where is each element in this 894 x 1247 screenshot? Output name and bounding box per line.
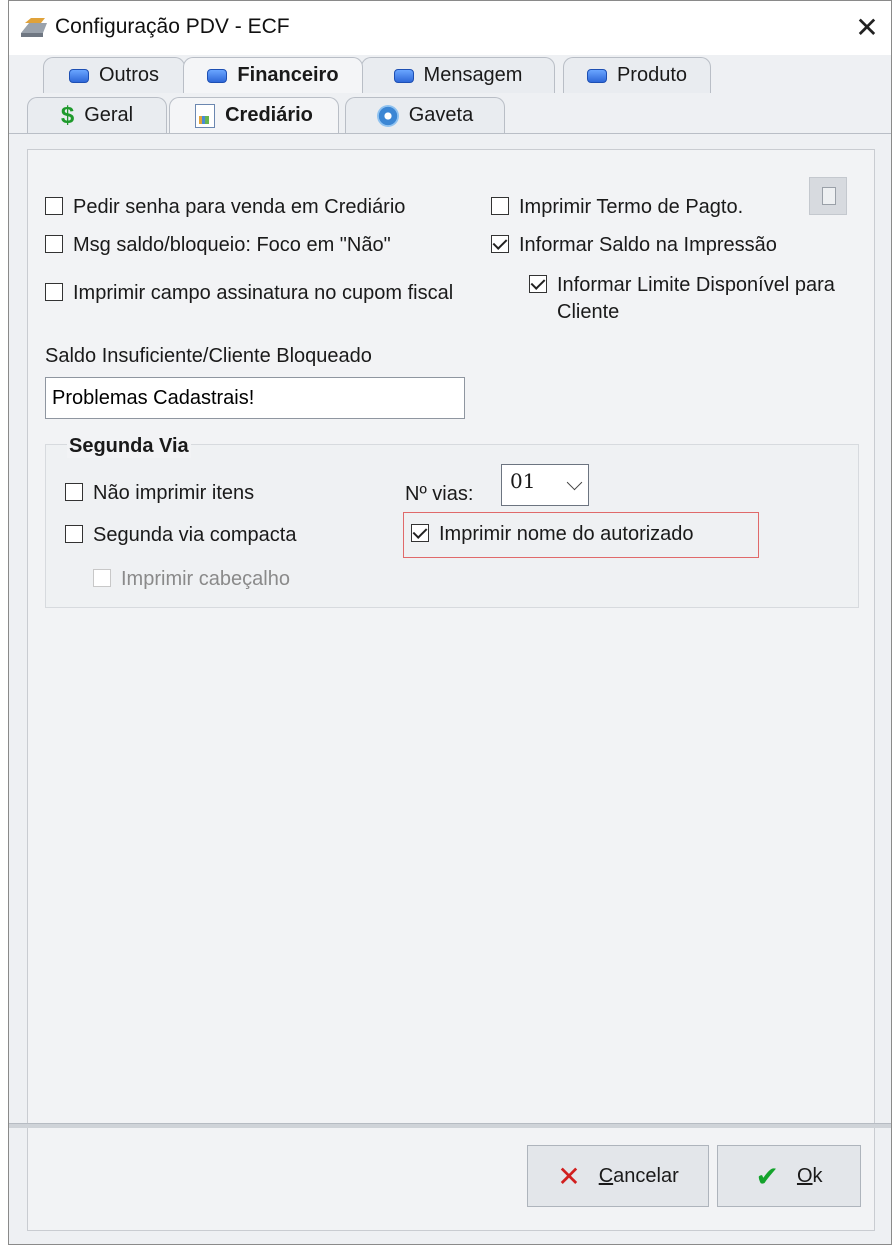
tab-strip-financeiro: $ Geral Crediário Gaveta xyxy=(9,93,891,133)
tab-label: Outros xyxy=(98,64,160,86)
tab-label: Geral xyxy=(84,104,134,126)
tab-icon xyxy=(586,68,607,83)
segunda-via-compacta-checkbox[interactable]: Segunda via compacta xyxy=(65,522,296,549)
tab-label: Gaveta xyxy=(408,104,474,126)
checkbox-label: Imprimir Termo de Pagto. xyxy=(519,196,744,218)
termo-config-button[interactable] xyxy=(809,177,847,215)
ok-label: Ok xyxy=(796,1164,823,1187)
footer-divider xyxy=(9,1123,891,1128)
window-title: Configuração PDV - ECF xyxy=(55,15,290,38)
imprimir-termo-checkbox[interactable]: Imprimir Termo de Pagto. xyxy=(491,194,743,221)
ok-button[interactable]: ✔ Ok xyxy=(717,1145,861,1207)
imprimir-assinatura-checkbox[interactable]: Imprimir campo assinatura no cupom fisca… xyxy=(45,280,475,307)
tab-strip-main: Outros Financeiro Mensagem Produto xyxy=(9,55,891,93)
checkbox-box[interactable] xyxy=(411,524,429,542)
tab-geral[interactable]: $ Geral xyxy=(27,97,167,133)
checkbox-box[interactable] xyxy=(45,235,63,253)
checkbox-label: Imprimir cabeçalho xyxy=(121,568,290,590)
checkbox-label: Pedir senha para venda em Crediário xyxy=(73,196,406,218)
informar-saldo-checkbox[interactable]: Informar Saldo na Impressão xyxy=(491,232,777,259)
checkbox-label: Segunda via compacta xyxy=(93,524,297,546)
close-icon: ✕ xyxy=(557,1160,581,1192)
report-icon xyxy=(195,103,216,128)
num-vias-select[interactable]: 01 xyxy=(501,464,589,506)
tab-gaveta[interactable]: Gaveta xyxy=(345,97,505,133)
checkbox-label: Msg saldo/bloqueio: Foco em "Não" xyxy=(73,234,391,256)
imprimir-cabecalho-checkbox[interactable]: Imprimir cabeçalho xyxy=(93,566,290,593)
tab-crediario[interactable]: Crediário xyxy=(169,97,339,133)
tab-label: Produto xyxy=(616,64,688,86)
checkbox-box[interactable] xyxy=(491,197,509,215)
tab-icon xyxy=(68,68,89,83)
close-button[interactable]: ✕ xyxy=(847,9,887,47)
tab-icon xyxy=(207,68,228,83)
cancel-button[interactable]: ✕ Cancelar xyxy=(527,1145,709,1207)
gear-icon xyxy=(376,104,399,127)
segunda-via-title: Segunda Via xyxy=(67,435,191,458)
tab-label: Financeiro xyxy=(237,64,339,86)
tab-mensagem[interactable]: Mensagem xyxy=(361,57,555,93)
checkbox-label: Imprimir nome do autorizado xyxy=(439,523,694,545)
chevron-down-icon xyxy=(566,474,583,491)
cancel-label: Cancelar xyxy=(598,1164,679,1187)
tab-produto[interactable]: Produto xyxy=(563,57,711,93)
select-value: 01 xyxy=(510,469,536,493)
checkbox-label: Informar Saldo na Impressão xyxy=(519,234,777,256)
num-vias-label: Nº vias: xyxy=(405,483,474,505)
checkbox-box[interactable] xyxy=(529,275,547,293)
checkbox-box[interactable] xyxy=(65,525,83,543)
title-bar: Configuração PDV - ECF ✕ xyxy=(9,1,891,55)
checkbox-box[interactable] xyxy=(491,235,509,253)
saldo-field-label: Saldo Insuficiente/Cliente Bloqueado xyxy=(45,345,372,367)
tab-outros[interactable]: Outros xyxy=(43,57,185,93)
msg-saldo-checkbox[interactable]: Msg saldo/bloqueio: Foco em "Não" xyxy=(45,232,391,259)
pedir-senha-checkbox[interactable]: Pedir senha para venda em Crediário xyxy=(45,194,405,221)
checkbox-label: Não imprimir itens xyxy=(93,482,255,504)
check-icon: ✔ xyxy=(755,1160,779,1192)
dollar-icon: $ xyxy=(60,101,75,129)
config-window: Configuração PDV - ECF ✕ Outros Financei… xyxy=(8,0,892,1245)
checkbox-box[interactable] xyxy=(45,197,63,215)
tab-icon xyxy=(393,68,414,83)
printer-icon xyxy=(21,18,47,37)
tab-financeiro[interactable]: Financeiro xyxy=(183,57,363,93)
tab-divider xyxy=(9,133,891,134)
checkbox-box[interactable] xyxy=(45,283,63,301)
checkbox-box[interactable] xyxy=(65,483,83,501)
close-icon: ✕ xyxy=(855,12,879,43)
nao-imprimir-itens-checkbox[interactable]: Não imprimir itens xyxy=(65,480,254,507)
checkbox-label: Imprimir campo assinatura no cupom fisca… xyxy=(73,282,454,304)
saldo-message-input[interactable] xyxy=(45,377,465,419)
checkbox-box[interactable] xyxy=(93,569,111,587)
tab-label: Mensagem xyxy=(423,64,523,86)
informar-limite-checkbox[interactable]: Informar Limite Disponível para Cliente xyxy=(529,272,839,326)
checkbox-label: Informar Limite Disponível para Cliente xyxy=(557,274,835,323)
tab-label: Crediário xyxy=(225,104,313,126)
imprimir-nome-autorizado-checkbox[interactable]: Imprimir nome do autorizado xyxy=(411,521,694,548)
